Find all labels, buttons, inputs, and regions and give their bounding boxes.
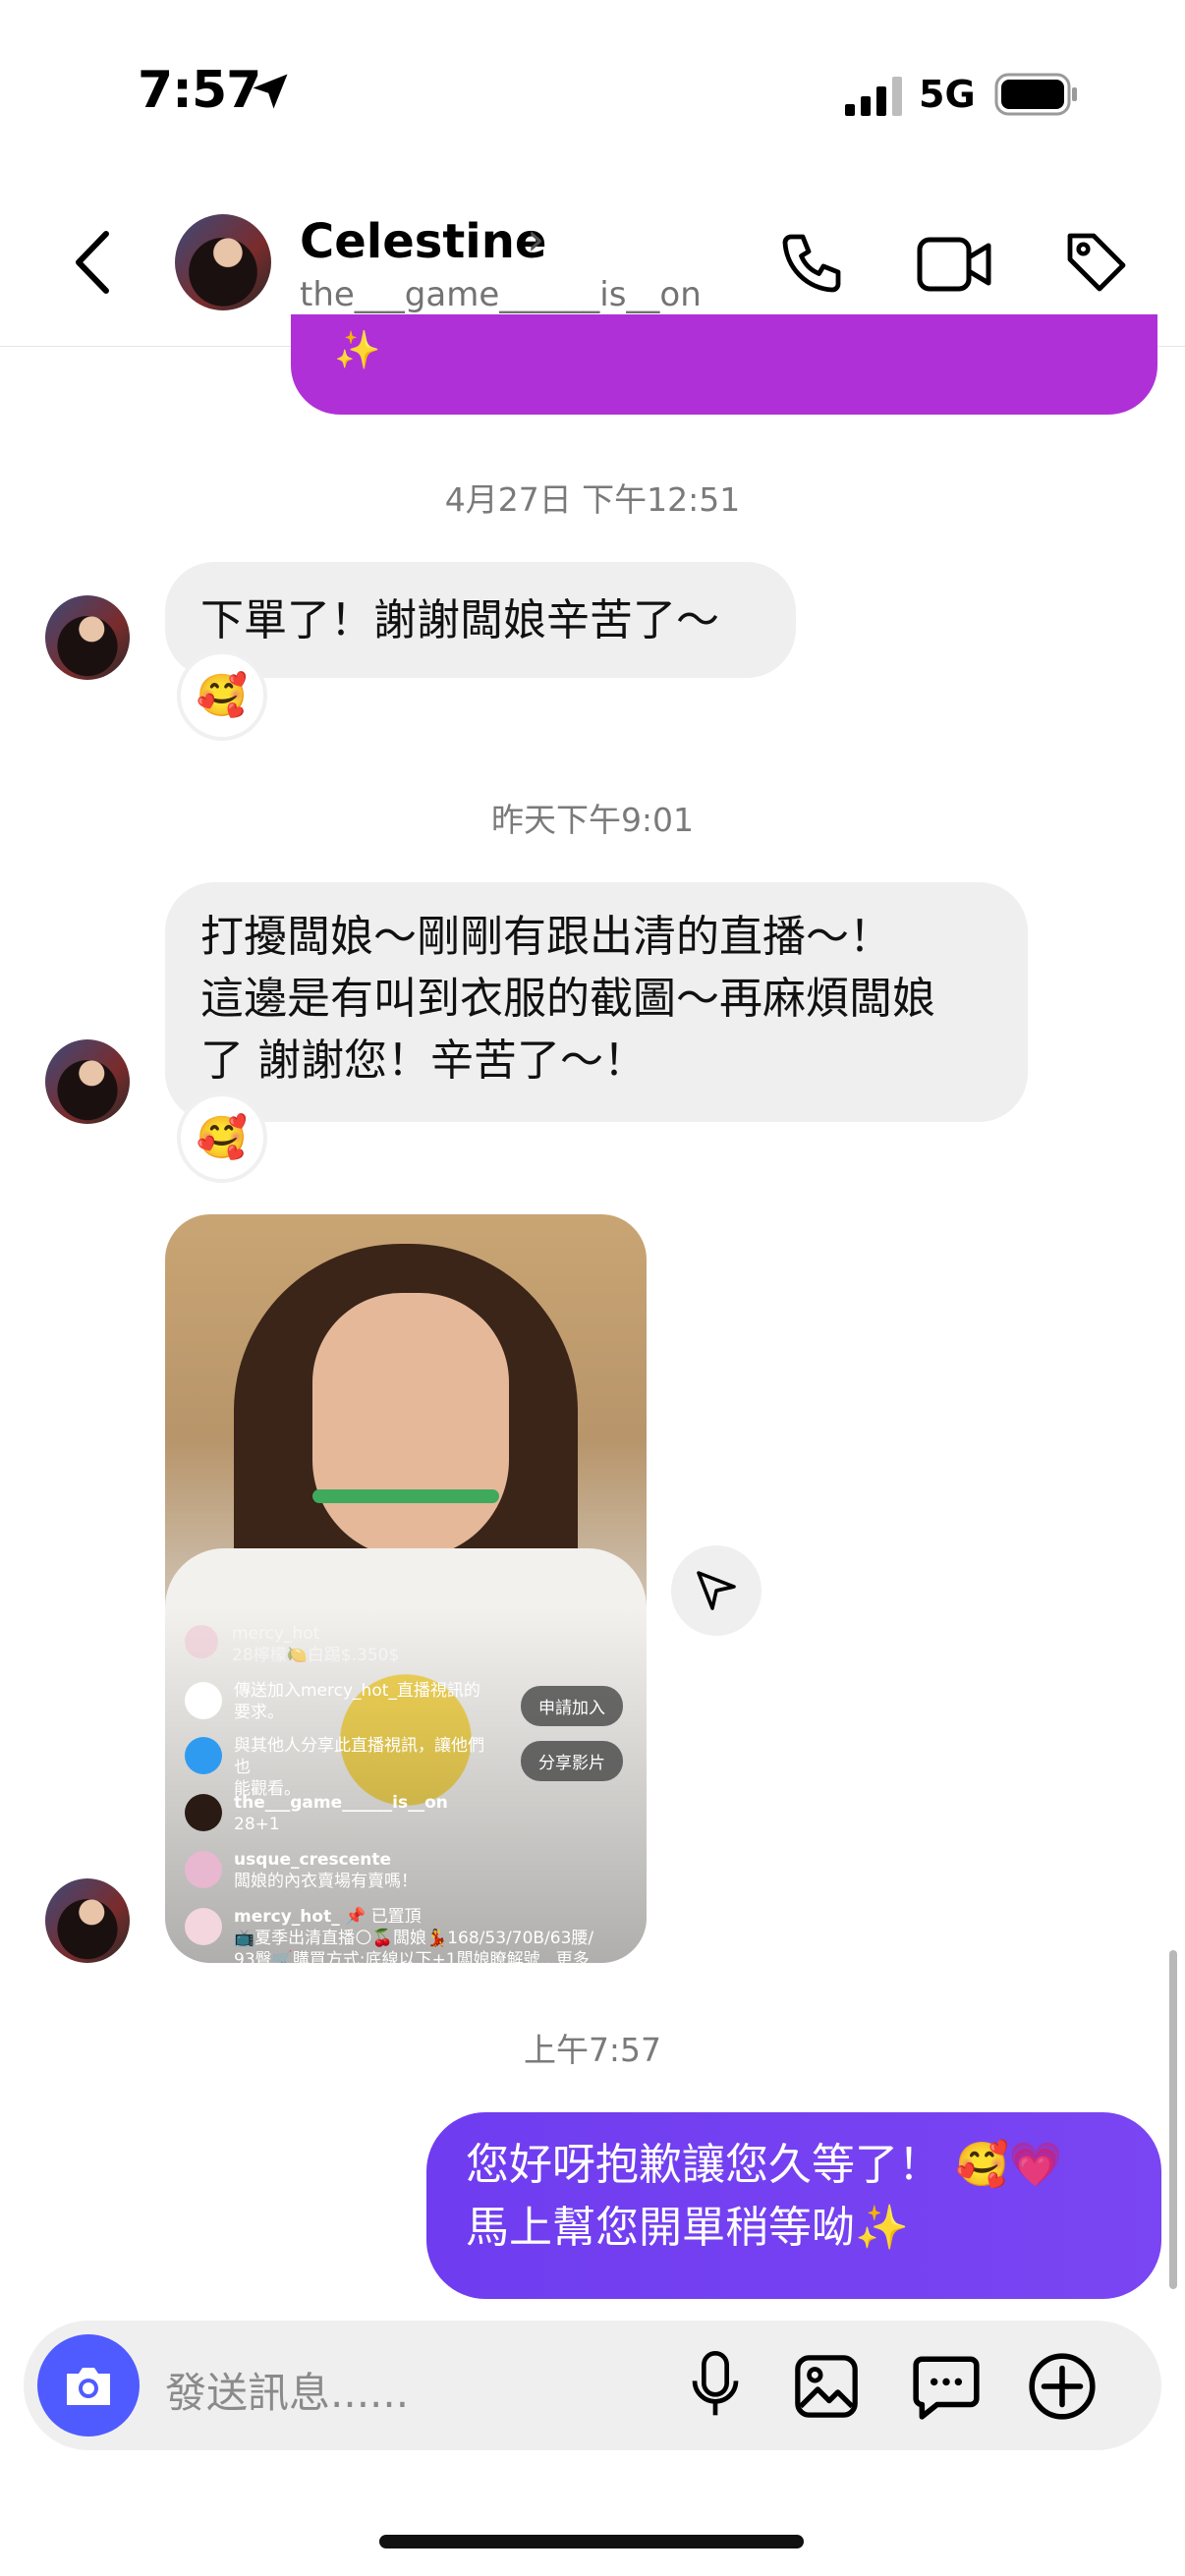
comment-user: the___game______is__on xyxy=(234,1793,448,1813)
network-label: 5G xyxy=(919,73,976,116)
live-comment: mercy_hot_ 📌 已置頂 📺夏季出清直播🌕🍒闆娘💃168/53/70B/… xyxy=(234,1906,637,1963)
phone-icon[interactable] xyxy=(776,228,847,299)
message-input[interactable]: 發送訊息...... xyxy=(165,2360,409,2420)
live-comment: the___game______is__on 28+1 xyxy=(234,1792,607,1835)
share-post-button[interactable] xyxy=(671,1545,762,1636)
incoming-message[interactable]: 下單了！謝謝闆娘辛苦了～ xyxy=(165,562,796,678)
outgoing-bubble-partial[interactable]: ✨ xyxy=(291,314,1157,415)
shirt-trim xyxy=(312,1489,499,1503)
comment-avatar xyxy=(185,1625,218,1658)
share-video-button[interactable]: 分享影片 xyxy=(521,1741,623,1781)
add-icon[interactable] xyxy=(1026,2350,1099,2423)
video-thumbnail-face xyxy=(312,1293,509,1558)
tag-icon[interactable] xyxy=(1061,226,1132,299)
message-line: 馬上幫您開單稍等呦✨ xyxy=(466,2203,909,2253)
outgoing-message[interactable]: 您好呀抱歉讓您久等了！ 🥰💗 馬上幫您開單稍等呦✨ xyxy=(426,2112,1161,2299)
send-icon xyxy=(697,1571,736,1610)
header-avatar[interactable] xyxy=(175,214,271,310)
message-line: 打擾闆娘～剛剛有跟出清的直播～！ xyxy=(200,912,892,962)
comment-text: 93臀🛒購買方式:底線以下+1闆娘瞭解號...更多 xyxy=(234,1950,590,1963)
pinned-label: 📌 已置頂 xyxy=(345,1907,422,1927)
signal-icon xyxy=(845,77,902,116)
comment-avatar xyxy=(185,1794,222,1831)
join-request-line: 要求。 xyxy=(234,1703,284,1722)
sender-avatar[interactable] xyxy=(45,1039,130,1124)
incoming-message[interactable]: 打擾闆娘～剛剛有跟出清的直播～！ 這邊是有叫到衣服的截圖～再麻煩闆娘 了 謝謝您… xyxy=(165,882,1028,1122)
message-line: 這邊是有叫到衣服的截圖～再麻煩闆娘 xyxy=(200,974,935,1024)
microphone-icon[interactable] xyxy=(688,2348,743,2423)
reaction-badge[interactable]: 🥰 xyxy=(181,654,263,737)
comment-user: usque_crescente xyxy=(234,1850,391,1870)
message-text: 下單了！謝謝闆娘辛苦了～ xyxy=(200,595,719,645)
share-direct-icon xyxy=(185,1737,222,1774)
comment-user: mercy_hot xyxy=(232,1624,320,1644)
comment-avatar xyxy=(185,1851,222,1888)
share-info-line: 與其他人分享此直播視訊，讓他們也 xyxy=(234,1736,484,1777)
gallery-icon[interactable] xyxy=(792,2352,861,2421)
timestamp: 4月27日 下午12:51 xyxy=(444,480,741,519)
shared-live-video-card[interactable]: mercy_hot 28檸檬🍋白踢$.350$ 傳送加入mercy_hot_直播… xyxy=(165,1214,647,1963)
live-comment: usque_crescente 闆娘的內衣賣場有賣嗎！ xyxy=(234,1849,627,1892)
comment-text: 闆娘的內衣賣場有賣嗎！ xyxy=(234,1872,418,1891)
profile-chevron[interactable]: › xyxy=(527,212,544,265)
timestamp: 上午7:57 xyxy=(523,2031,662,2069)
status-time: 7:57 xyxy=(138,61,261,120)
sparkle-emoji: ✨ xyxy=(334,328,381,371)
comment-text: 28+1 xyxy=(234,1815,280,1834)
comment-text: 28檸檬🍋白踢$.350$ xyxy=(232,1646,400,1665)
camera-button[interactable] xyxy=(37,2334,140,2436)
video-call-icon[interactable] xyxy=(916,230,994,299)
join-request-line: 傳送加入mercy_hot_直播視訊的 xyxy=(234,1681,480,1701)
back-icon[interactable] xyxy=(69,228,118,297)
location-arrow-icon xyxy=(253,74,288,109)
sender-avatar[interactable] xyxy=(45,595,130,680)
join-request-text: 傳送加入mercy_hot_直播視訊的 要求。 xyxy=(234,1680,489,1723)
message-line: 您好呀抱歉讓您久等了！ 🥰💗 xyxy=(466,2140,1063,2190)
battery-icon xyxy=(994,73,1077,116)
camera-icon xyxy=(67,2368,110,2405)
home-indicator[interactable] xyxy=(379,2535,804,2548)
scrollbar[interactable] xyxy=(1169,1950,1177,2289)
timestamp: 昨天下午9:01 xyxy=(490,801,695,839)
share-info-text: 與其他人分享此直播視訊，讓他們也 能觀看。 xyxy=(234,1735,489,1800)
contact-handle: the___game______is__on xyxy=(300,275,702,314)
contact-name[interactable]: Celestine xyxy=(300,214,546,269)
comment-avatar xyxy=(185,1908,222,1945)
comment-user: mercy_hot_ xyxy=(234,1907,340,1927)
message-line: 了 謝謝您！辛苦了～！ xyxy=(200,1036,647,1086)
request-join-button[interactable]: 申請加入 xyxy=(521,1686,623,1726)
sender-avatar[interactable] xyxy=(45,1878,130,1963)
reaction-badge[interactable]: 🥰 xyxy=(181,1096,263,1179)
join-request-icon xyxy=(185,1682,222,1719)
comment-text: 📺夏季出清直播🌕🍒闆娘💃168/53/70B/63腰/ xyxy=(234,1929,594,1948)
sticker-chat-icon[interactable] xyxy=(910,2350,983,2423)
